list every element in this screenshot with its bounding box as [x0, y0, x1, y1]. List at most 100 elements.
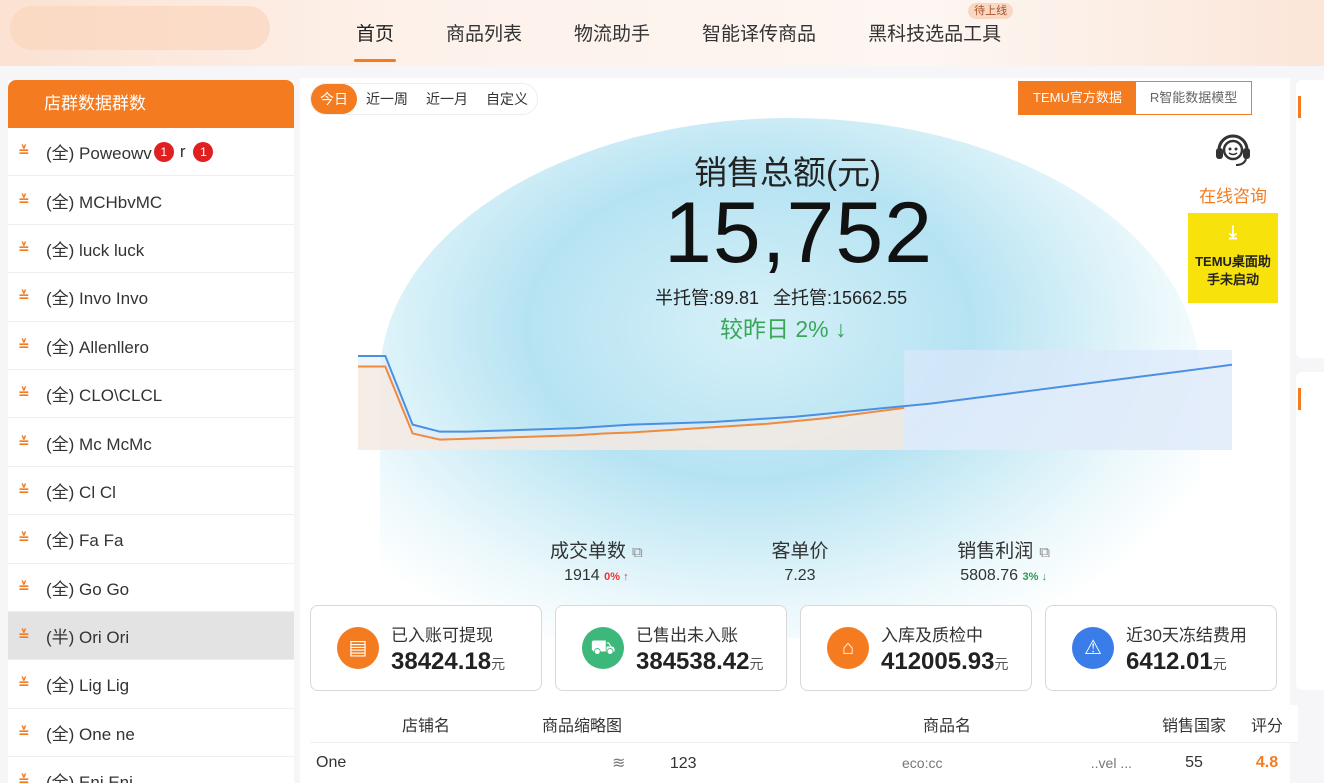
external-link-icon[interactable]: ⧉ [1039, 544, 1050, 561]
sidebar-store-item[interactable]: ≚ (全) luck luck [8, 225, 294, 274]
store-label: (半) Ori Ori [46, 628, 130, 648]
sidebar-store-item[interactable]: ≚ (全) Go Go [8, 564, 294, 612]
metric-label: 成交单数 [550, 541, 627, 562]
col-country[interactable]: 销售国家 [1152, 712, 1236, 736]
source-temu-official[interactable]: TEMU官方数据 [1019, 82, 1136, 114]
metric-label: 销售利润 [957, 541, 1034, 562]
notification-badge: 1 [193, 141, 214, 162]
tab-selection-tool[interactable]: 黑科技选品工具 待上线 [852, 3, 1017, 54]
metric-change-value: 0% [604, 571, 621, 583]
metric-profit: 销售利润 ⧉ 5808.76 3% ↓ [957, 536, 1050, 585]
range-custom[interactable]: 自定义 [477, 84, 537, 114]
data-source-tabs: TEMU官方数据 R智能数据模型 [1018, 81, 1253, 115]
col-thumbnail[interactable]: 商品缩略图 [542, 712, 742, 736]
sidebar-store-item[interactable]: ≚ (半) Ori Ori [8, 611, 294, 661]
sidebar-store-item[interactable]: ≚ (全) CLO\CLCL [8, 370, 294, 419]
card-inspection[interactable]: ⌂ 入库及质检中 412005.93元 [800, 605, 1032, 691]
cell-product-name: eco:cc ..vel ... [742, 755, 1152, 771]
chevron-down-icon[interactable]: ≚ [18, 627, 36, 644]
store-label: (全) Poweowv [46, 144, 152, 164]
custody-breakdown: 半托管:89.81 全托管:15662.55 [655, 284, 921, 310]
tab-label: 首页 [356, 24, 395, 45]
sidebar-store-item[interactable]: ≚ (全) Lig Lig [8, 660, 294, 709]
sidebar-store-item[interactable]: ≚ (全) MCHbvMC [8, 176, 294, 225]
cell-score: 4.8 [1255, 754, 1279, 771]
table-header: 店铺名 商品缩略图 商品名 销售国家 评分 [310, 705, 1298, 743]
thumb-code: 123 [669, 755, 697, 772]
headset-icon[interactable] [1188, 128, 1278, 176]
cell-country: 55 [1185, 754, 1203, 771]
product-name-part: ..vel ... [1090, 755, 1132, 771]
store-label: (全) Allenllero [46, 337, 149, 357]
chevron-down-icon[interactable]: ≚ [18, 288, 36, 305]
cell-shop: One [316, 754, 347, 771]
semi-custody: 半托管:89.81 [655, 288, 760, 308]
main-nav: 首页 商品列表 物流助手 智能译传商品 黑科技选品工具 待上线 [340, 3, 1037, 62]
col-score[interactable]: 评分 [1236, 712, 1298, 736]
product-name-part: eco:cc [902, 755, 943, 771]
metric-change: 0% ↑ [604, 571, 628, 583]
card-value: 6412.01 [1126, 647, 1213, 675]
card-unit: 元 [1212, 655, 1227, 672]
range-today[interactable]: 今日 [311, 84, 357, 114]
down-arrow-icon: ↓ [1041, 571, 1048, 583]
coming-soon-badge: 待上线 [968, 3, 1014, 19]
chevron-down-icon[interactable]: ≚ [18, 482, 36, 499]
metrics-row: 成交单数 ⧉ 1914 0% ↑ 客单价 7.23 销售利润 ⧉ 5808.76 3… [550, 536, 1050, 585]
store-label: (全) Fa Fa [46, 531, 124, 551]
store-label-suffix: r [179, 141, 186, 161]
tab-home[interactable]: 首页 [340, 18, 410, 62]
sidebar-title: 店群数据群数 [8, 80, 294, 128]
finance-cards: ▤ 已入账可提现 38424.18元 ⛟ 已售出未入账 384538.42元 ⌂ 入… [310, 605, 1277, 691]
panel-accent [1298, 388, 1301, 410]
store-label: (全) Invo Invo [46, 289, 149, 309]
tab-label: 黑科技选品工具 [868, 24, 1002, 45]
helper-label-2: 手未启动 [1206, 272, 1259, 287]
range-month[interactable]: 近一月 [417, 84, 477, 114]
chevron-down-icon[interactable]: ≚ [18, 385, 36, 402]
card-frozen-fees[interactable]: ⚠ 近30天冻结费用 6412.01元 [1045, 605, 1277, 691]
chevron-down-icon[interactable]: ≚ [18, 772, 36, 783]
table-row[interactable]: One ≋ 123 eco:cc ..vel ... 55 4.8 [310, 743, 1298, 783]
store-label: (全) One ne [46, 724, 135, 744]
full-custody: 全托管:15662.55 [773, 288, 908, 308]
sidebar-store-item[interactable]: ≚ (全) Invo Invo [8, 273, 294, 322]
external-link-icon[interactable]: ⧉ [632, 544, 643, 561]
chevron-down-icon[interactable]: ≚ [18, 143, 36, 160]
panel-accent [1298, 96, 1301, 118]
range-week[interactable]: 近一周 [357, 84, 417, 114]
sidebar-store-item[interactable]: ≚ (全) Fa Fa [8, 515, 294, 564]
chevron-down-icon[interactable]: ≚ [18, 337, 36, 354]
chevron-down-icon[interactable]: ≚ [18, 530, 36, 547]
source-smart-model[interactable]: R智能数据模型 [1135, 82, 1252, 114]
col-product-name[interactable]: 商品名 [742, 712, 1152, 736]
notification-badge: 1 [153, 141, 174, 162]
sidebar-store-item[interactable]: ≚ (全) Poweowv 1 r 1 [8, 128, 294, 177]
wallet-icon: ▤ [337, 627, 379, 669]
product-thumbnail-icon: ≋ [612, 755, 626, 772]
logo-area [10, 6, 270, 50]
tab-translate-products[interactable]: 智能译传商品 [686, 18, 832, 54]
col-shop[interactable]: 店铺名 [310, 712, 542, 736]
tab-label: 智能译传商品 [702, 24, 817, 45]
chevron-down-icon[interactable]: ≚ [18, 192, 36, 209]
tab-logistics[interactable]: 物流助手 [558, 18, 666, 54]
online-consult-link[interactable]: 在线咨询 [1188, 182, 1278, 207]
sidebar-store-item[interactable]: ≚ (全) Mc McMc [8, 418, 294, 467]
chevron-down-icon[interactable]: ≚ [18, 240, 36, 257]
sidebar-store-item[interactable]: ≚ (全) One ne [8, 709, 294, 758]
sidebar-store-item[interactable]: ≚ (全) Eni Eni [8, 757, 294, 783]
compare-yesterday: 较昨日 2% ↓ [720, 310, 847, 344]
metric-value: 1914 [564, 567, 600, 584]
sidebar-store-item[interactable]: ≚ (全) Allenllero [8, 322, 294, 370]
chevron-down-icon[interactable]: ≚ [18, 579, 36, 596]
card-withdrawable[interactable]: ▤ 已入账可提现 38424.18元 [310, 605, 542, 691]
tab-product-list[interactable]: 商品列表 [430, 18, 538, 54]
chevron-down-icon[interactable]: ≚ [18, 724, 36, 741]
chevron-down-icon[interactable]: ≚ [18, 434, 36, 451]
chevron-down-icon[interactable]: ≚ [18, 675, 36, 692]
desktop-helper-button[interactable]: ⤓ TEMU桌面助 手未启动 [1188, 213, 1278, 303]
warning-icon: ⚠ [1072, 627, 1114, 669]
sidebar-store-item[interactable]: ≚ (全) Cl Cl [8, 467, 294, 516]
card-sold-pending[interactable]: ⛟ 已售出未入账 384538.42元 [555, 605, 787, 691]
